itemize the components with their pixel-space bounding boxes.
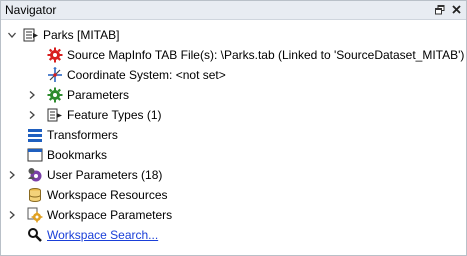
chevron-right-icon[interactable] xyxy=(7,170,17,180)
tree-item-source[interactable]: Source MapInfo TAB File(s): \Parks.tab (… xyxy=(47,45,464,65)
coordinate-system-label: Coordinate System: <not set> xyxy=(67,68,226,82)
dataset-label: Parks [MITAB] xyxy=(43,28,120,42)
navigator-panel: Navigator Parks [MITAB] Source MapInfo T… xyxy=(0,0,467,256)
gear-red-icon xyxy=(47,47,63,63)
feature-type-icon xyxy=(47,107,63,123)
tree-item-dataset[interactable]: Parks [MITAB] xyxy=(7,25,119,45)
tree-item-user-parameters[interactable]: User Parameters (18) xyxy=(7,165,162,185)
tree-item-parameters[interactable]: Parameters xyxy=(27,85,129,105)
tree-item-workspace-resources[interactable]: Workspace Resources xyxy=(27,185,168,205)
close-icon[interactable] xyxy=(449,2,463,17)
transformers-icon xyxy=(27,127,43,143)
chevron-down-icon[interactable] xyxy=(7,30,17,40)
user-parameters-icon xyxy=(27,167,43,183)
workspace-parameters-icon xyxy=(27,207,43,223)
float-window-icon[interactable] xyxy=(433,2,447,17)
user-parameters-label: User Parameters (18) xyxy=(47,168,163,182)
tree-item-transformers[interactable]: Transformers xyxy=(27,125,118,145)
search-icon xyxy=(27,227,43,243)
panel-titlebar: Navigator xyxy=(1,1,466,20)
panel-title: Navigator xyxy=(5,3,57,17)
bookmarks-label: Bookmarks xyxy=(47,148,108,162)
coordinate-axes-icon xyxy=(47,67,63,83)
tree-item-coordinate-system[interactable]: Coordinate System: <not set> xyxy=(47,65,226,85)
chevron-right-icon[interactable] xyxy=(27,90,37,100)
source-label: Source MapInfo TAB File(s): \Parks.tab (… xyxy=(67,48,465,62)
tree-item-workspace-search[interactable]: Workspace Search... xyxy=(27,225,158,245)
database-icon xyxy=(27,187,43,203)
chevron-right-icon[interactable] xyxy=(27,110,37,120)
workspace-search-link[interactable]: Workspace Search... xyxy=(47,228,158,242)
workspace-parameters-label: Workspace Parameters xyxy=(47,208,173,222)
navigator-tree: Parks [MITAB] Source MapInfo TAB File(s)… xyxy=(1,20,466,255)
parameters-label: Parameters xyxy=(67,88,130,102)
dataset-reader-icon xyxy=(23,27,39,43)
gear-green-icon xyxy=(47,87,63,103)
tree-item-bookmarks[interactable]: Bookmarks xyxy=(27,145,107,165)
feature-types-label: Feature Types (1) xyxy=(67,108,162,122)
tree-item-workspace-parameters[interactable]: Workspace Parameters xyxy=(7,205,172,225)
bookmark-icon xyxy=(27,147,43,163)
chevron-right-icon[interactable] xyxy=(7,210,17,220)
transformers-label: Transformers xyxy=(47,128,118,142)
workspace-resources-label: Workspace Resources xyxy=(47,188,168,202)
tree-item-feature-types[interactable]: Feature Types (1) xyxy=(27,105,162,125)
